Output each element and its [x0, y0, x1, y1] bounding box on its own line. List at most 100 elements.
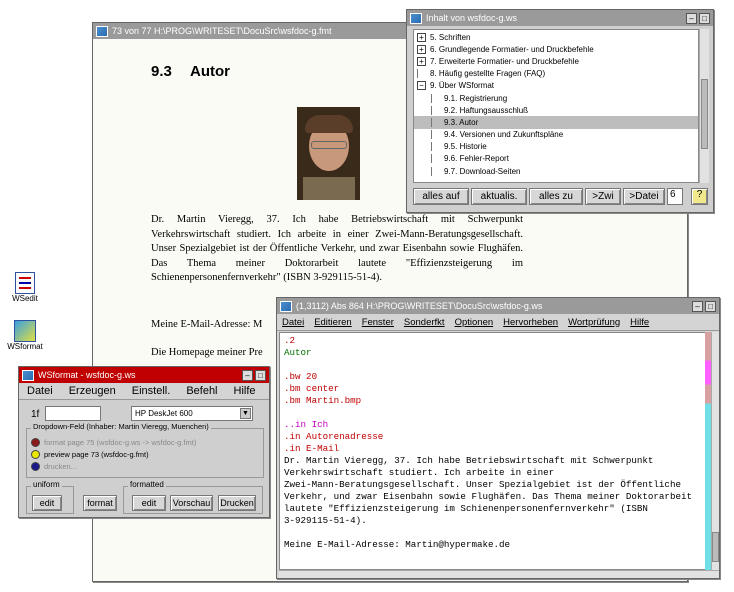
formatted-edit-button[interactable]: edit	[132, 495, 166, 511]
toc-item-label: 5. Schriften	[430, 32, 471, 42]
toc-item[interactable]: 8. Häufig gestellte Fragen (FAQ)	[414, 68, 698, 80]
editor-line: Meine E-Mail-Adresse: Martin@hypermake.d…	[284, 539, 511, 550]
filter-input[interactable]	[45, 406, 101, 421]
wsformat-icon-label: WSformat	[7, 342, 43, 351]
format-button[interactable]: format	[83, 495, 117, 511]
toc-item[interactable]: 9.4. Versionen und Zukunftspläne	[414, 129, 698, 141]
minimize-icon[interactable]: –	[692, 300, 703, 312]
editor-scrollbar[interactable]	[711, 332, 719, 570]
toc-scrollbar[interactable]	[699, 29, 709, 183]
toc-button[interactable]: >Datei	[623, 188, 665, 205]
toc-item-label: 9.1. Registrierung	[444, 93, 508, 103]
menu-item[interactable]: Datei	[277, 317, 309, 328]
editor-line: Zwei-Mann-Beratungsgesellschaft. Unser S…	[284, 479, 681, 490]
menu-item[interactable]: Hervorheben	[498, 317, 563, 328]
menu-item[interactable]: Sonderfkt	[399, 317, 450, 328]
menu-item[interactable]: Wortprüfung	[563, 317, 625, 328]
window-menu-icon[interactable]	[22, 369, 34, 381]
toc-item[interactable]: +6. Grundlegende Formatier- und Druckbef…	[414, 43, 698, 55]
toc-item[interactable]: 9.3. Autor	[414, 116, 698, 129]
print-button[interactable]: Drucken	[218, 495, 256, 511]
toc-item[interactable]: 9.6. Fehler-Report	[414, 153, 698, 165]
menu-item[interactable]: Hilfe	[226, 385, 264, 397]
toc-item[interactable]: 9.7. Download-Seiten	[414, 165, 698, 177]
menu-item[interactable]: Erzeugen	[61, 385, 124, 397]
chapter-number-input[interactable]: 6	[667, 188, 683, 205]
toc-tree: +5. Schriften +6. Grundlegende Formatier-…	[413, 29, 699, 183]
toc-item-label: 9.2. Haftungsausschluß	[444, 105, 529, 115]
toc-button[interactable]: aktualis.	[471, 188, 527, 205]
printer-select-value: HP DeskJet 600	[135, 409, 193, 418]
editor-line: Verkehr, und zwar Eisenbahn sowie Flughä…	[284, 491, 692, 502]
menu-item[interactable]: Datei	[19, 385, 61, 397]
radio-button[interactable]	[31, 449, 40, 459]
toc-item[interactable]: −9. Über WSformat	[414, 80, 698, 92]
editor-hscrollbar[interactable]	[279, 570, 719, 578]
author-photo	[297, 107, 360, 200]
window-menu-icon[interactable]	[96, 25, 108, 37]
section-heading: 9.3 Autor	[151, 63, 230, 80]
uniform-label: uniform	[31, 480, 62, 489]
wsedit-icon-label: WSedit	[12, 294, 38, 303]
printer-select[interactable]: HP DeskJet 600 ▼	[131, 406, 253, 421]
maximize-icon[interactable]: □	[255, 369, 266, 381]
toc-item[interactable]: +7. Erweiterte Formatier- und Druckbefeh…	[414, 55, 698, 67]
editor-titlebar[interactable]: (1,3112) Abs 864 H:\PROG\WRITESET\DocuSr…	[277, 298, 719, 314]
toc-button[interactable]: >Zwi	[585, 188, 621, 205]
window-menu-icon[interactable]	[280, 300, 292, 312]
editor-line: .2	[284, 335, 296, 346]
expander-icon[interactable]: +	[417, 32, 426, 42]
menu-item[interactable]: Hilfe	[625, 317, 654, 328]
expander-icon[interactable]: +	[417, 44, 426, 54]
toc-item[interactable]: 9.2. Haftungsausschluß	[414, 104, 698, 116]
toc-item[interactable]: +5. Schriften	[414, 31, 698, 43]
toc-item[interactable]: 9.5. Historie	[414, 141, 698, 153]
toc-item[interactable]: 9.1. Registrierung	[414, 92, 698, 104]
minimize-icon[interactable]: –	[686, 12, 697, 24]
menu-item[interactable]: Befehl	[178, 385, 225, 397]
menu-item[interactable]: Einstell.	[124, 385, 179, 397]
toc-item-label: 7. Erweiterte Formatier- und Druckbefehl…	[430, 56, 579, 66]
uniform-edit-button[interactable]: edit	[32, 495, 62, 511]
toc-button[interactable]: alles zu	[529, 188, 583, 205]
toc-button[interactable]: alles auf	[413, 188, 469, 205]
toc-titlebar[interactable]: Inhalt von wsfdoc-g.ws – □	[407, 10, 713, 26]
wsformat-desktop-icon[interactable]: WSformat	[5, 320, 45, 351]
radio-option-label: drucken...	[44, 461, 77, 471]
wsedit-desktop-icon[interactable]: WSedit	[5, 272, 45, 303]
help-button[interactable]: ?	[691, 188, 708, 205]
minimize-icon[interactable]: –	[242, 369, 253, 381]
expander-icon[interactable]: −	[417, 81, 426, 91]
radio-button[interactable]	[31, 461, 40, 471]
expander-icon[interactable]: +	[417, 56, 426, 66]
radio-option[interactable]: drucken...	[31, 460, 196, 472]
section-number: 9.3	[151, 63, 172, 80]
window-menu-icon[interactable]	[410, 12, 422, 24]
menu-item[interactable]: Editieren	[309, 317, 357, 328]
menu-item[interactable]: Fenster	[357, 317, 399, 328]
tree-line-icon	[431, 130, 440, 140]
radio-option-label: format page 75 (wsfdoc-g.ws -> wsfdoc-g.…	[44, 437, 197, 447]
editor-text-area[interactable]: .2 Autor .bw 20 .bm center .bm Martin.bmp ..i…	[279, 332, 706, 570]
editor-line: ..in Ich	[284, 419, 329, 430]
wsformat-window: WSformat - wsfdoc-g.ws – □ Datei Erzeugen…	[18, 366, 270, 518]
radio-button[interactable]	[31, 437, 40, 447]
tree-line-icon	[431, 93, 440, 103]
wsformat-titlebar[interactable]: WSformat - wsfdoc-g.ws – □	[19, 367, 269, 383]
tree-line-icon	[431, 166, 440, 176]
toc-window-title: Inhalt von wsfdoc-g.ws	[426, 13, 518, 23]
radio-option[interactable]: format page 75 (wsfdoc-g.ws -> wsfdoc-g.…	[31, 436, 196, 448]
editor-line: .bm center	[284, 383, 340, 394]
preview-button[interactable]: Vorschau	[170, 495, 213, 511]
toc-item-label: 9. Über WSformat	[430, 81, 495, 91]
wsformat-icon	[14, 320, 36, 342]
maximize-icon[interactable]: □	[705, 300, 716, 312]
maximize-icon[interactable]: □	[699, 12, 710, 24]
editor-window-title: (1,3112) Abs 864 H:\PROG\WRITESET\DocuSr…	[296, 301, 543, 311]
dropdown-group: Dropdown-Feld (Inhaber: Martin Vieregg, …	[26, 422, 264, 478]
radio-option[interactable]: preview page 73 (wsfdoc-g.fmt)	[31, 448, 196, 460]
menu-item[interactable]: Optionen	[450, 317, 499, 328]
